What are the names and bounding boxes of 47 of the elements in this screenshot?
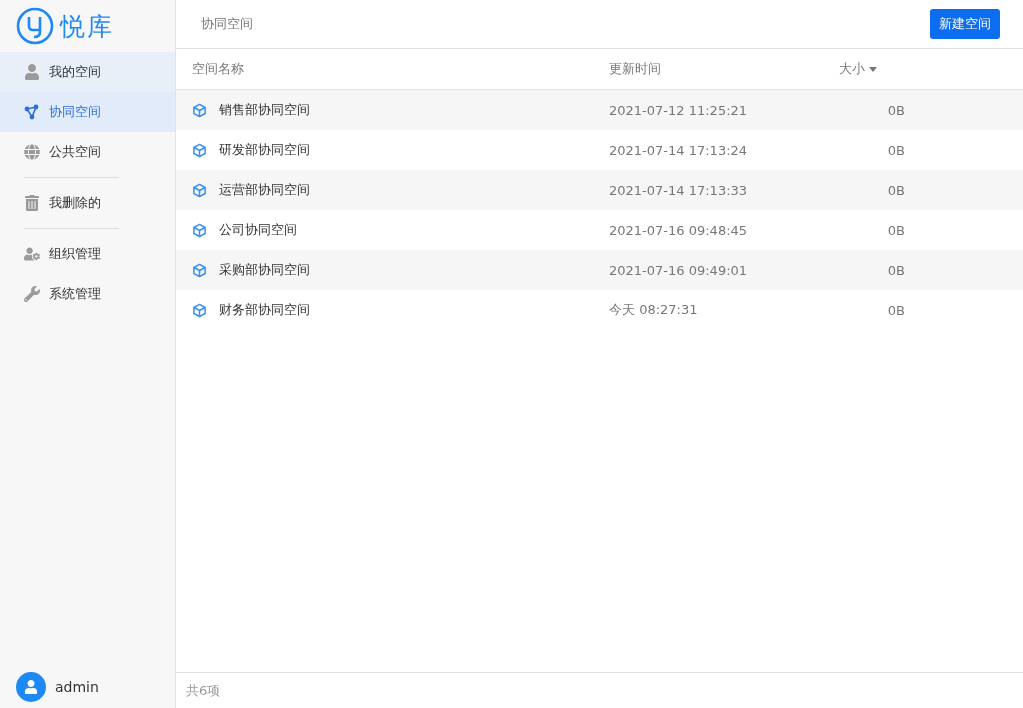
item-count: 共6项 bbox=[186, 681, 221, 700]
breadcrumb: 协同空间 bbox=[201, 15, 253, 33]
space-name[interactable]: 研发部协同空间 bbox=[219, 141, 310, 159]
updated-time: 2021-07-12 11:25:21 bbox=[609, 102, 749, 118]
user-gear-icon bbox=[24, 246, 40, 262]
sidebar-item[interactable]: 我的空间 bbox=[0, 52, 175, 92]
updated-time: 2021-07-14 17:13:24 bbox=[609, 142, 749, 158]
cube-icon bbox=[192, 222, 207, 238]
logo-icon bbox=[16, 7, 54, 45]
sidebar-item[interactable]: 组织管理 bbox=[0, 234, 175, 274]
sort-down-icon bbox=[869, 66, 877, 72]
updated-time: 2021-07-14 17:13:33 bbox=[609, 182, 749, 198]
wrench-icon bbox=[24, 286, 40, 302]
space-name[interactable]: 公司协同空间 bbox=[219, 221, 297, 239]
cube-icon bbox=[192, 262, 207, 278]
globe-icon bbox=[24, 144, 40, 160]
trash-icon bbox=[24, 195, 40, 211]
size-cell-text: 0B bbox=[886, 102, 905, 118]
column-header[interactable]: 大小 bbox=[832, 60, 1023, 78]
size-cell-text: 0B bbox=[886, 222, 905, 238]
column-header[interactable]: 空间名称 bbox=[192, 60, 609, 78]
sidebar-item[interactable]: 系统管理 bbox=[0, 274, 175, 314]
size-cell-text: 0B bbox=[886, 182, 905, 198]
updated-time: 2021-07-16 09:48:45 bbox=[609, 222, 749, 238]
space-name[interactable]: 财务部协同空间 bbox=[219, 301, 310, 319]
cube-icon bbox=[192, 102, 207, 118]
sidebar-item[interactable]: 我删除的 bbox=[0, 183, 175, 223]
user-icon bbox=[24, 64, 40, 80]
cube-icon bbox=[192, 302, 207, 318]
updated-time: 今天 08:27:31 bbox=[609, 301, 699, 319]
size-cell-text: 0B bbox=[886, 302, 905, 318]
sidebar-item[interactable]: 协同空间 bbox=[0, 92, 175, 132]
sidebar-item[interactable]: 公共空间 bbox=[0, 132, 175, 172]
size-cell-text: 0B bbox=[886, 262, 905, 278]
user-name: admin bbox=[55, 679, 99, 695]
cube-icon bbox=[192, 142, 207, 158]
column-header[interactable]: 更新时间 bbox=[609, 60, 832, 78]
space-name[interactable]: 采购部协同空间 bbox=[219, 261, 310, 279]
share-nodes-icon bbox=[24, 104, 40, 120]
new-space-button[interactable]: 新建空间 bbox=[930, 9, 1000, 39]
space-name[interactable]: 销售部协同空间 bbox=[219, 101, 310, 119]
updated-time: 2021-07-16 09:49:01 bbox=[609, 262, 749, 278]
space-name[interactable]: 运营部协同空间 bbox=[219, 181, 310, 199]
size-cell-text: 0B bbox=[886, 142, 905, 158]
avatar-icon[interactable] bbox=[16, 672, 46, 702]
logo-text: 悦库 bbox=[60, 10, 114, 43]
cube-icon bbox=[192, 182, 207, 198]
